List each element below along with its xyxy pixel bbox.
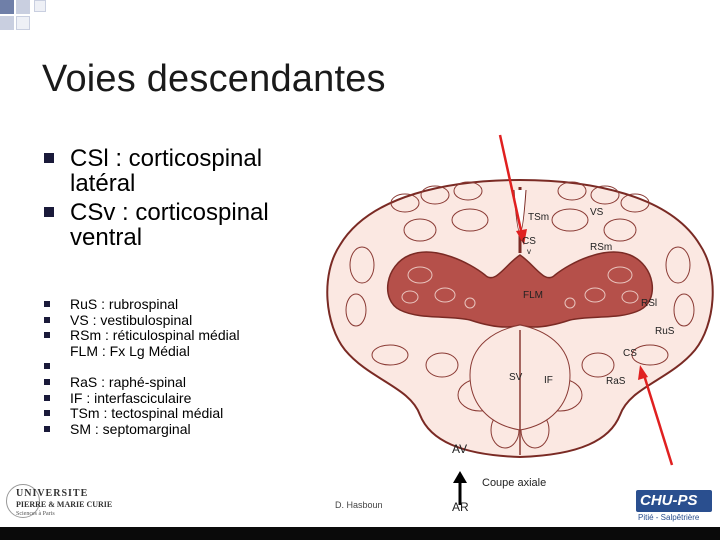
- label-sv: SV: [509, 372, 523, 383]
- main-bullet-list: CSl : corticospinal latéral CSv : cortic…: [44, 146, 334, 254]
- bullet-square-icon: [44, 301, 50, 307]
- abbrev-item: RuS : rubrospinal: [44, 296, 334, 313]
- label-tsm: TSm: [528, 212, 550, 223]
- abbrev-item: RSm : réticulospinal médial: [44, 327, 334, 344]
- abbreviation-list: RuS : rubrospinal VS : vestibulospinal R…: [44, 296, 334, 438]
- abbrev-text: SM : septomarginal: [70, 420, 191, 437]
- bullet-square-icon: [44, 316, 50, 323]
- label-vs: VS: [590, 207, 604, 218]
- university-logo-line3: Sciences à Paris: [16, 511, 55, 517]
- gray-matter: [386, 251, 654, 328]
- abbrev-item: SM : septomarginal: [44, 420, 334, 438]
- abbrev-item: FLM : Fx Lg Médial: [44, 342, 334, 360]
- abbrev-text: IF : interfasciculaire: [70, 389, 192, 406]
- abbrev-text: TSm : tectospinal médial: [70, 405, 224, 422]
- spinal-cord-cross-section: [326, 134, 714, 505]
- bullet-square-icon: [44, 425, 50, 432]
- abbrev-item: RaS : raphé-spinal: [44, 373, 334, 391]
- university-logo-line2: PIERRE & MARIE CURIE: [16, 500, 113, 509]
- label-rsl: RSl: [641, 298, 658, 309]
- abbrev-text: RaS : raphé-spinal: [70, 373, 186, 390]
- hospital-logo: CHU-PS Pitié - Salpêtrière: [636, 490, 712, 524]
- bullet-square-icon: [44, 410, 50, 417]
- label-ar: AR: [452, 500, 469, 514]
- bullet-square-icon: [44, 332, 50, 339]
- abbrev-text: RSm : réticulospinal médial: [70, 327, 240, 344]
- label-if: IF: [544, 375, 553, 386]
- label-av: AV: [452, 442, 468, 456]
- main-bullet-text: CSv : corticospinal: [70, 199, 269, 226]
- abbrev-item: VS : vestibulospinal: [44, 311, 334, 329]
- hospital-logo-name: CHU-PS: [640, 492, 698, 509]
- bottom-bar: [0, 527, 720, 540]
- label-flm: FLM: [523, 290, 543, 301]
- main-bullet-item: CSl : corticospinal latéral: [44, 146, 334, 196]
- main-bullet-text: CSl : corticospinal: [70, 145, 263, 172]
- slide-title: Voies descendantes: [42, 58, 386, 100]
- bullet-square-icon: [44, 207, 54, 217]
- figure-caption: Coupe axiale: [482, 477, 547, 489]
- label-cs-ventral: CS: [522, 236, 536, 247]
- label-cs-lateral: CS: [623, 348, 637, 359]
- bullet-square-icon: [44, 378, 50, 385]
- university-logo-line1: UNIVERSITE: [16, 488, 89, 499]
- abbrev-item: IF : interfasciculaire: [44, 389, 334, 407]
- abbrev-item: TSm : tectospinal médial: [44, 405, 334, 422]
- abbrev-item: [44, 359, 334, 375]
- abbrev-text: VS : vestibulospinal: [70, 311, 193, 328]
- main-bullet-text-cont: latéral: [70, 170, 136, 197]
- hospital-logo-subtitle: Pitié - Salpêtrière: [638, 513, 700, 522]
- label-rsm: RSm: [590, 242, 613, 253]
- main-bullet-item: CSv : corticospinal ventral: [44, 200, 334, 250]
- main-bullet-text-cont: ventral: [70, 224, 143, 251]
- university-logo: UNIVERSITE PIERRE & MARIE CURIE Sciences…: [6, 484, 136, 524]
- label-v: v: [527, 247, 531, 256]
- abbrev-text: FLM : Fx Lg Médial: [70, 342, 190, 359]
- label-ras: RaS: [606, 376, 626, 387]
- abbrev-text: RuS : rubrospinal: [70, 296, 179, 312]
- bullet-square-icon: [44, 153, 54, 163]
- figure-author: D. Hasboun: [335, 500, 383, 510]
- label-rus: RuS: [655, 326, 675, 337]
- bullet-square-icon: [44, 394, 50, 401]
- bullet-square-icon: [44, 363, 50, 370]
